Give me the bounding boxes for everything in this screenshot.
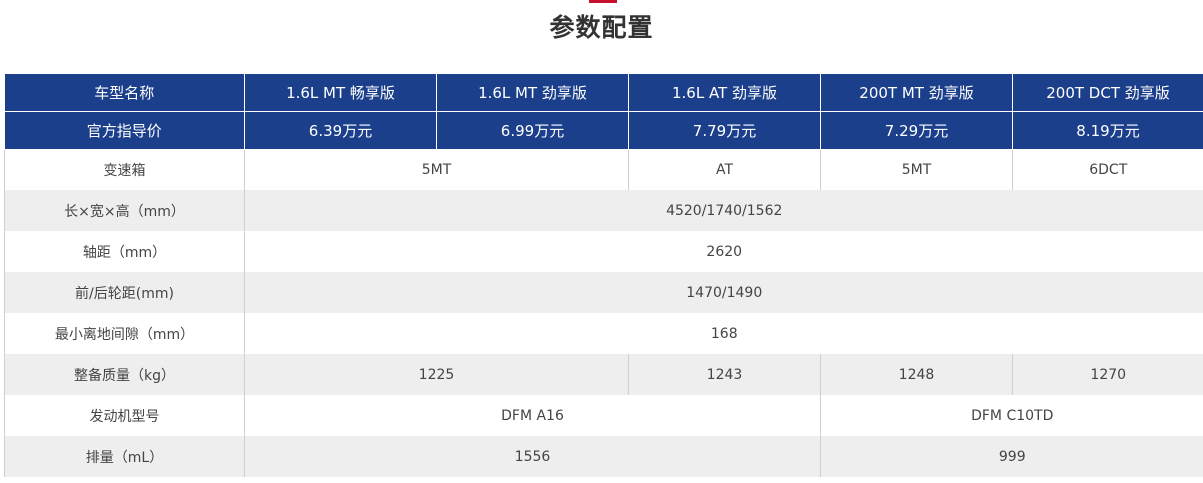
row-label-curb-weight: 整备质量（kg） xyxy=(4,354,245,395)
row-label-engine-model: 发动机型号 xyxy=(4,395,245,436)
row-label-track: 前/后轮距(mm) xyxy=(4,272,245,313)
spec-row-displacement: 排量（mL） 1556 999 xyxy=(4,436,1203,477)
title-accent-bar xyxy=(589,0,617,3)
gearbox-value-mt: 5MT xyxy=(244,149,629,190)
model-header-1: 1.6L MT 畅享版 xyxy=(244,74,437,112)
wheelbase-value: 2620 xyxy=(244,231,1203,272)
row-label-wheelbase: 轴距（mm） xyxy=(4,231,245,272)
gearbox-value-at: AT xyxy=(628,149,821,190)
page-title: 参数配置 xyxy=(549,13,654,42)
header-label-price: 官方指导价 xyxy=(4,111,245,150)
spec-row-ground-clearance: 最小离地间隙（mm） 168 xyxy=(4,313,1203,354)
header-row-models: 车型名称 1.6L MT 畅享版 1.6L MT 劲享版 1.6L AT 劲享版… xyxy=(4,74,1203,112)
model-header-2: 1.6L MT 劲享版 xyxy=(436,74,629,112)
spec-row-dimensions: 长×宽×高（mm） 4520/1740/1562 xyxy=(4,190,1203,231)
spec-row-curb-weight: 整备质量（kg） 1225 1243 1248 1270 xyxy=(4,354,1203,395)
row-label-ground-clearance: 最小离地间隙（mm） xyxy=(4,313,245,354)
gearbox-value-dct: 6DCT xyxy=(1012,149,1203,190)
price-value-2: 6.99万元 xyxy=(436,111,629,150)
row-label-dimensions: 长×宽×高（mm） xyxy=(4,190,245,231)
ground-clearance-value: 168 xyxy=(244,313,1203,354)
price-value-3: 7.79万元 xyxy=(628,111,821,150)
curb-weight-value-mt: 1225 xyxy=(244,354,629,395)
track-value: 1470/1490 xyxy=(244,272,1203,313)
curb-weight-value-at: 1243 xyxy=(628,354,821,395)
model-header-5: 200T DCT 劲享版 xyxy=(1012,74,1203,112)
curb-weight-value-200t-mt: 1248 xyxy=(820,354,1013,395)
header-label-model-name: 车型名称 xyxy=(4,74,245,112)
engine-model-value-c10td: DFM C10TD xyxy=(820,395,1203,436)
engine-model-value-a16: DFM A16 xyxy=(244,395,821,436)
row-label-displacement: 排量（mL） xyxy=(4,436,245,477)
displacement-value-1556: 1556 xyxy=(244,436,821,477)
price-value-5: 8.19万元 xyxy=(1012,111,1203,150)
spec-row-engine-model: 发动机型号 DFM A16 DFM C10TD xyxy=(4,395,1203,436)
curb-weight-value-dct: 1270 xyxy=(1012,354,1203,395)
price-value-1: 6.39万元 xyxy=(244,111,437,150)
spec-row-gearbox: 变速箱 5MT AT 5MT 6DCT xyxy=(4,149,1203,190)
model-header-4: 200T MT 劲享版 xyxy=(820,74,1013,112)
price-value-4: 7.29万元 xyxy=(820,111,1013,150)
displacement-value-999: 999 xyxy=(820,436,1203,477)
spec-row-wheelbase: 轴距（mm） 2620 xyxy=(4,231,1203,272)
header-row-price: 官方指导价 6.39万元 6.99万元 7.79万元 7.29万元 8.19万元 xyxy=(4,111,1203,150)
dimensions-value: 4520/1740/1562 xyxy=(244,190,1203,231)
spec-row-track: 前/后轮距(mm) 1470/1490 xyxy=(4,272,1203,313)
spec-table: 车型名称 1.6L MT 畅享版 1.6L MT 劲享版 1.6L AT 劲享版… xyxy=(4,74,1203,477)
row-label-gearbox: 变速箱 xyxy=(4,149,245,190)
gearbox-value-200t-mt: 5MT xyxy=(820,149,1013,190)
model-header-3: 1.6L AT 劲享版 xyxy=(628,74,821,112)
